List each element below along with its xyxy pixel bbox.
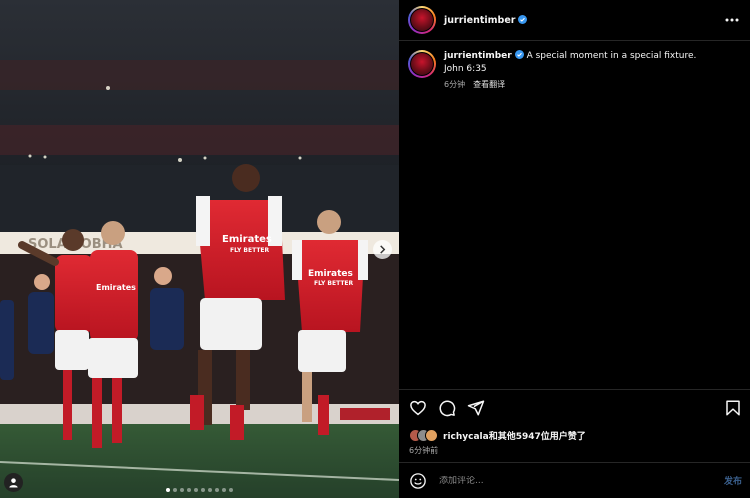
football-celebration-photo: SOLA SOBHA Emirates Emirates FLY BETTER …	[0, 0, 399, 498]
post-actions	[409, 399, 485, 417]
carousel-dot	[201, 488, 205, 492]
see-translation-link[interactable]: 查看翻译	[473, 80, 505, 89]
heart-icon[interactable]	[409, 399, 427, 417]
caption-time: 6分钟	[444, 80, 466, 89]
carousel-dot	[180, 488, 184, 492]
comment-icon[interactable]	[438, 399, 456, 417]
caption: jurrientimber A special moment in a spec…	[408, 50, 738, 91]
carousel-dot	[229, 488, 233, 492]
likes-summary: richycala和其他5947位用户赞了	[409, 429, 586, 442]
carousel-next-button[interactable]	[373, 240, 392, 259]
caption-line-2: John 6:35	[444, 64, 487, 74]
avatar[interactable]	[408, 6, 436, 34]
svg-text:Emirates: Emirates	[308, 269, 353, 279]
caption-avatar[interactable]	[408, 50, 436, 78]
svg-text:FLY BETTER: FLY BETTER	[230, 247, 270, 254]
more-icon	[725, 18, 739, 22]
carousel-dot	[166, 488, 170, 492]
post-timestamp: 6分钟前	[409, 446, 439, 455]
carousel-dot	[187, 488, 191, 492]
chevron-right-icon	[380, 245, 386, 254]
carousel-indicator	[0, 488, 399, 492]
actions-divider	[399, 389, 750, 390]
user-tag-icon	[9, 478, 18, 488]
carousel-dot	[194, 488, 198, 492]
share-icon[interactable]	[467, 399, 485, 417]
post-detail-panel: jurrientimber jurrientimber A special mo…	[399, 0, 750, 498]
post-image[interactable]: SOLA SOBHA Emirates Emirates FLY BETTER …	[0, 0, 399, 498]
svg-text:Emirates: Emirates	[222, 234, 272, 245]
comment-input[interactable]	[439, 475, 724, 486]
verified-icon	[518, 14, 528, 24]
svg-text:FLY BETTER: FLY BETTER	[314, 280, 354, 287]
carousel-dot	[215, 488, 219, 492]
post-comment-button[interactable]: 发布	[724, 474, 742, 487]
carousel-dot	[208, 488, 212, 492]
verified-icon	[514, 50, 524, 59]
liked-by-username[interactable]: richycala	[443, 432, 489, 442]
likes-count-text[interactable]: 和其他5947位用户赞了	[489, 432, 586, 442]
bookmark-icon[interactable]	[724, 399, 742, 417]
header-username[interactable]: jurrientimber	[444, 14, 528, 26]
comment-bar: 发布	[399, 462, 750, 498]
liker-avatar	[425, 429, 438, 442]
carousel-dot	[173, 488, 177, 492]
svg-text:Emirates: Emirates	[96, 283, 136, 292]
more-options-button[interactable]	[724, 13, 740, 27]
caption-username[interactable]: jurrientimber	[444, 50, 524, 61]
carousel-dot	[222, 488, 226, 492]
caption-text: A special moment in a special fixture.	[526, 51, 697, 61]
post-header: jurrientimber	[399, 0, 750, 41]
emoji-icon[interactable]	[409, 472, 427, 490]
